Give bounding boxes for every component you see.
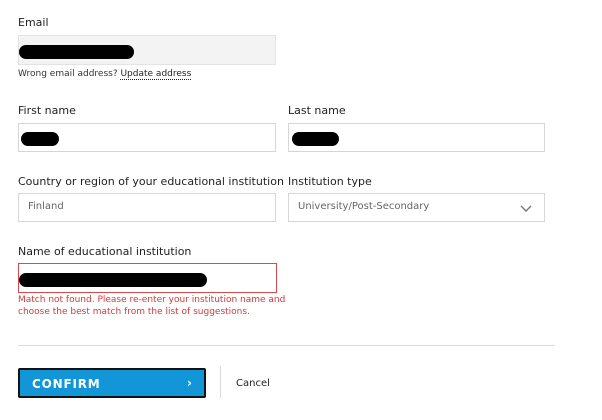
email-field xyxy=(18,35,276,65)
institution-name-input[interactable] xyxy=(18,263,277,293)
chevron-right-icon: › xyxy=(187,376,192,390)
confirm-button-label: CONFIRM xyxy=(32,377,101,391)
redacted-first-name xyxy=(21,132,59,146)
email-helper: Wrong email address? Update address xyxy=(18,68,192,80)
last-name-input[interactable] xyxy=(288,123,545,152)
redacted-last-name xyxy=(292,132,339,146)
confirm-button[interactable]: CONFIRM › xyxy=(18,368,206,398)
country-label: Country or region of your educational in… xyxy=(18,175,284,188)
country-value: Finland xyxy=(28,201,64,212)
footer-divider xyxy=(18,345,555,346)
first-name-input[interactable] xyxy=(18,123,276,152)
last-name-label: Last name xyxy=(288,104,346,117)
country-input[interactable]: Finland xyxy=(18,193,276,222)
redacted-institution-name xyxy=(19,273,207,287)
institution-error-line-2: choose the best match from the list of s… xyxy=(18,307,250,317)
redacted-email xyxy=(19,45,134,59)
institution-type-label: Institution type xyxy=(288,175,372,188)
institution-type-select[interactable]: University/Post-Secondary xyxy=(288,193,545,222)
institution-type-value: University/Post-Secondary xyxy=(298,201,430,212)
update-address-link[interactable]: Update address xyxy=(120,69,192,80)
button-divider xyxy=(220,366,221,398)
cancel-button[interactable]: Cancel xyxy=(236,378,270,390)
email-label: Email xyxy=(18,16,49,29)
first-name-label: First name xyxy=(18,104,76,117)
institution-name-label: Name of educational institution xyxy=(18,245,192,258)
email-helper-text: Wrong email address? xyxy=(18,69,121,79)
chevron-down-icon xyxy=(520,205,532,212)
institution-error-line-1: Match not found. Please re-enter your in… xyxy=(18,295,286,305)
